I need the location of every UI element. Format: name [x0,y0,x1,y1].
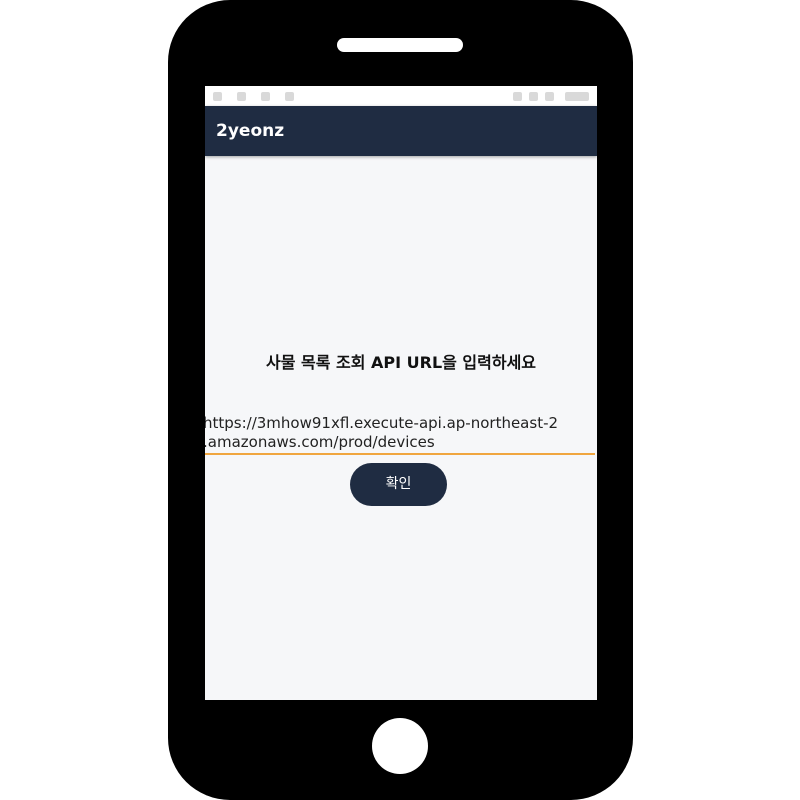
status-bar [205,86,597,106]
notification-icon [285,92,294,101]
api-url-value[interactable]: https://3mhow91xfl.execute-api.ap-northe… [205,414,573,452]
notification-icon [213,92,222,101]
phone-speaker [337,38,463,52]
app-bar: 2yeonz [205,106,597,156]
home-button[interactable] [372,718,428,774]
clock-icon [565,92,589,101]
wifi-icon [513,92,522,101]
battery-icon [545,92,554,101]
app-screen: 2yeonz 사물 목록 조회 API URL을 입력하세요 https://3… [205,86,597,700]
url-prompt: 사물 목록 조회 API URL을 입력하세요 [265,353,537,372]
notification-icon [237,92,246,101]
app-title: 2yeonz [216,121,285,141]
confirm-button[interactable]: 확인 [350,463,447,506]
notification-icon [261,92,270,101]
signal-icon [529,92,538,101]
api-url-input[interactable]: https://3mhow91xfl.execute-api.ap-northe… [205,413,595,455]
